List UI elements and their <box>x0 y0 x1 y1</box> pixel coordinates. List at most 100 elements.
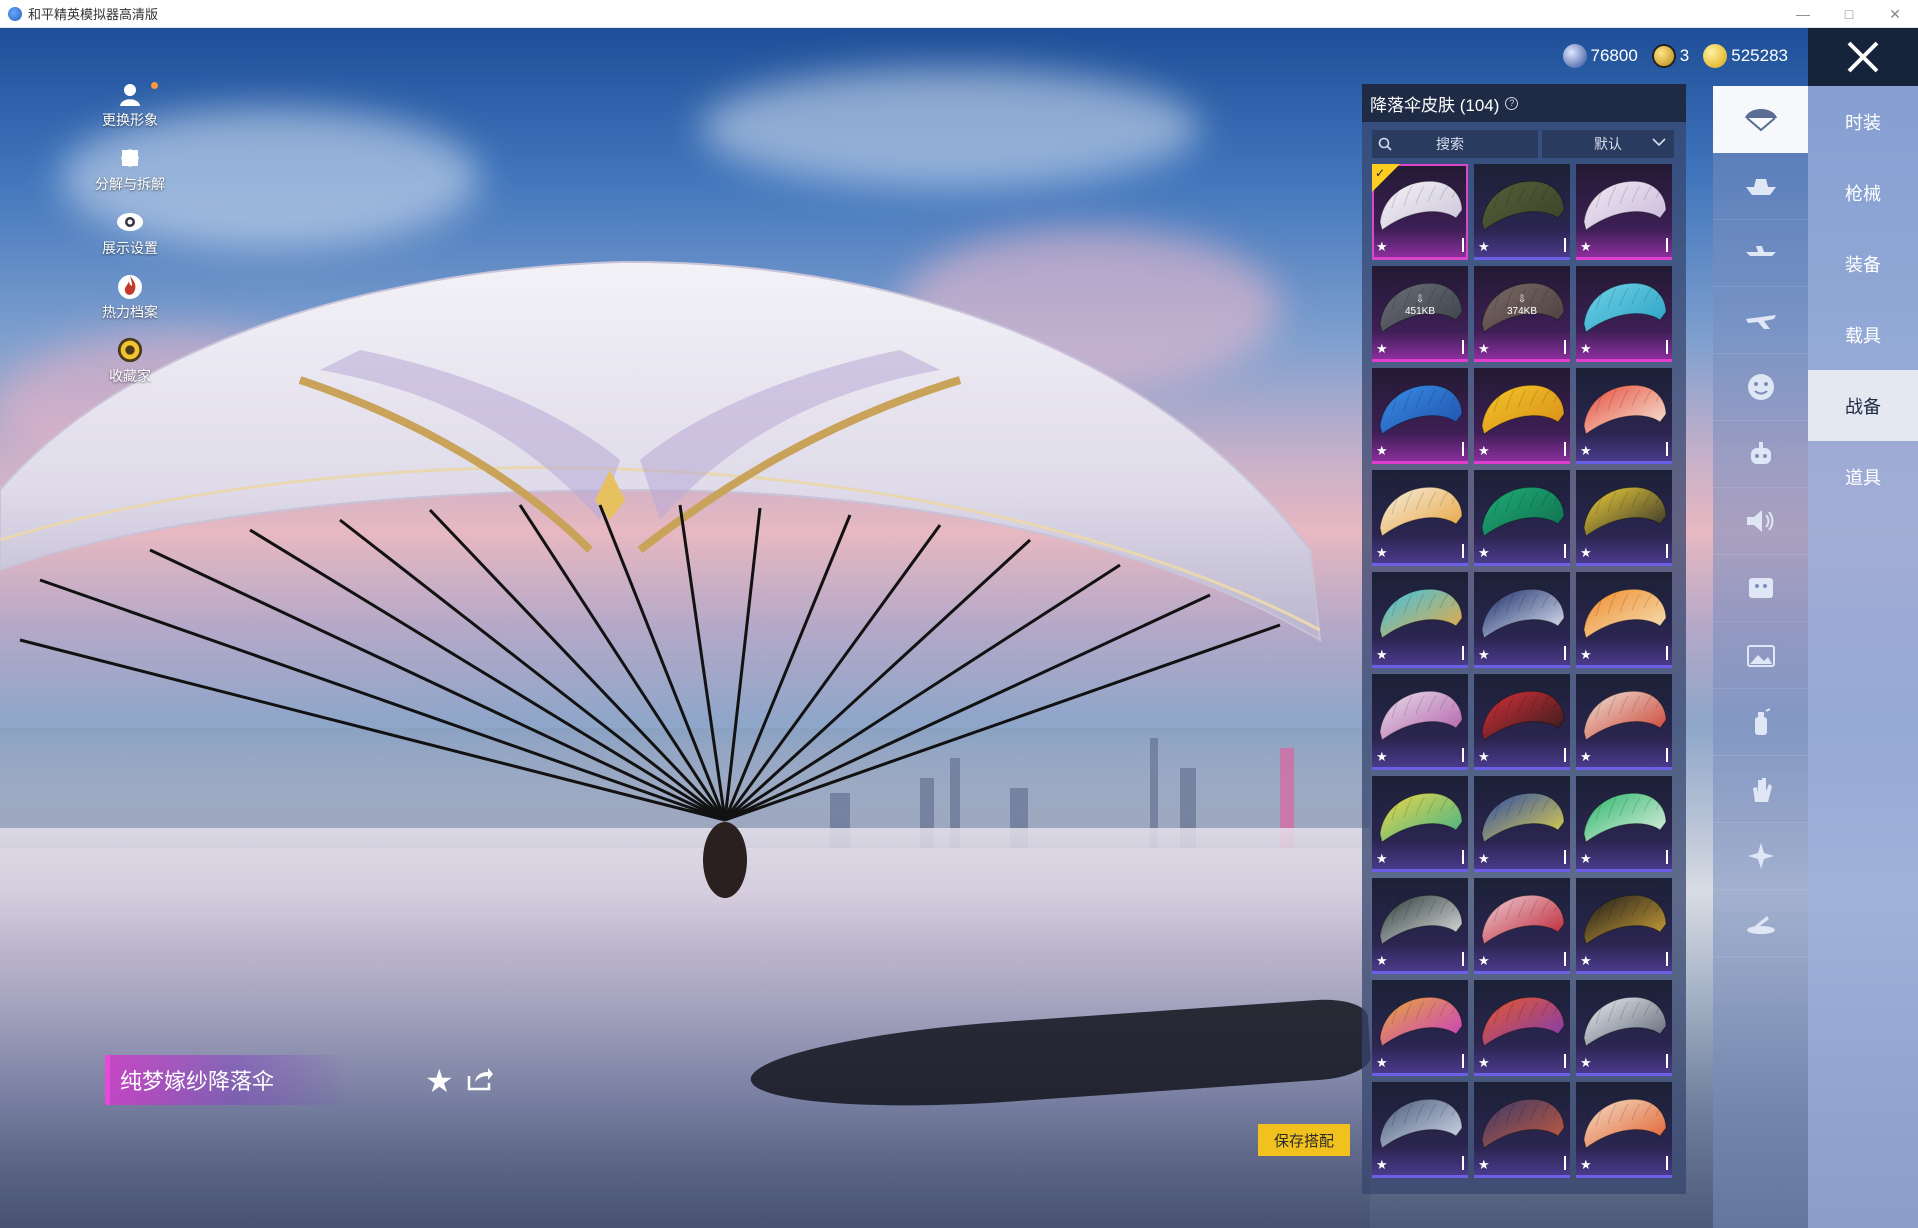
skin-tile[interactable]: ★ <box>1474 368 1570 464</box>
rarity-marker <box>1564 850 1566 864</box>
plane-tab[interactable] <box>1713 287 1808 354</box>
save-outfit-button[interactable]: 保存搭配 <box>1258 1124 1350 1156</box>
rarity-marker <box>1564 238 1566 252</box>
skin-tile[interactable]: ✓ ★ <box>1372 164 1468 260</box>
emote-tab[interactable] <box>1713 354 1808 421</box>
dismantle-button[interactable]: 分解与拆解 <box>85 144 175 194</box>
skin-tile[interactable]: ★ <box>1372 776 1468 872</box>
chevron-down-icon <box>1652 138 1666 147</box>
rarity-marker <box>1666 442 1668 456</box>
tab-battle-prep[interactable]: 战备 <box>1808 370 1918 441</box>
skin-tile[interactable]: ★ <box>1576 776 1672 872</box>
rarity-marker <box>1564 442 1566 456</box>
skin-tile[interactable]: ★ <box>1576 572 1672 668</box>
skin-tile[interactable]: ⇩ 374KB ★ <box>1474 266 1570 362</box>
sticker-tab[interactable] <box>1713 555 1808 622</box>
skin-tile[interactable]: ★ <box>1576 878 1672 974</box>
landing-tab[interactable] <box>1713 890 1808 957</box>
currency-medal: 3 <box>1651 44 1689 68</box>
robot-icon <box>1750 442 1771 464</box>
rarity-marker <box>1564 952 1566 966</box>
download-size: ⇩ 374KB <box>1506 294 1538 317</box>
check-icon: ✓ <box>1375 166 1386 180</box>
tab-guns[interactable]: 枪械 <box>1808 157 1918 228</box>
skin-tile[interactable]: ★ <box>1576 980 1672 1076</box>
skin-grid: ✓ ★ ★ ★ ⇩ 451KB ★ ⇩ 374KB ★ ★ ★ ★ ★ ★ ★ ★ ★ ★ ★ ★ ★ ★ ★ ★ ★ ★ ★ ★ ★ ★ ★… <box>1362 164 1686 1178</box>
sort-dropdown[interactable]: 默认 <box>1542 130 1674 158</box>
silver-coin-icon <box>1562 44 1587 68</box>
rarity-marker <box>1666 850 1668 864</box>
skin-tile[interactable]: ★ <box>1576 674 1672 770</box>
star-icon: ★ <box>1478 239 1490 254</box>
window-close-icon[interactable]: ✕ <box>1872 0 1918 28</box>
skin-tile[interactable]: ★ <box>1576 164 1672 260</box>
skin-tile[interactable]: ★ <box>1372 980 1468 1076</box>
skin-tile[interactable]: ★ <box>1372 470 1468 566</box>
tab-fashion[interactable]: 时装 <box>1808 86 1918 157</box>
minimize-icon[interactable]: — <box>1780 0 1826 28</box>
skin-tile[interactable]: ★ <box>1372 1082 1468 1178</box>
left-tool-column: 更换形象 分解与拆解 展示设置 热力档案 收藏家 <box>85 80 175 400</box>
boat-tab[interactable] <box>1713 153 1808 220</box>
window-title: 和平精英模拟器高清版 <box>28 7 159 22</box>
share-icon[interactable] <box>466 1066 494 1097</box>
rarity-marker <box>1564 1156 1566 1170</box>
star-icon: ★ <box>1376 1055 1388 1070</box>
spray-can-icon <box>1754 708 1770 735</box>
gold-coin-icon <box>1703 44 1728 68</box>
spray-tab[interactable] <box>1713 689 1808 756</box>
skin-tile[interactable]: ★ <box>1474 164 1570 260</box>
skin-tile[interactable]: ★ <box>1474 776 1570 872</box>
skin-tile[interactable]: ★ <box>1474 470 1570 566</box>
tab-items[interactable]: 道具 <box>1808 441 1918 512</box>
gallery-tab[interactable] <box>1713 622 1808 689</box>
skin-tile[interactable]: ★ <box>1372 878 1468 974</box>
glider-tab[interactable] <box>1713 220 1808 287</box>
effect-tab[interactable] <box>1713 823 1808 890</box>
display-settings-button[interactable]: 展示设置 <box>85 208 175 258</box>
maximize-icon[interactable]: □ <box>1826 0 1872 28</box>
search-placeholder: 搜索 <box>1436 136 1464 152</box>
star-icon: ★ <box>1478 341 1490 356</box>
skin-tile[interactable]: ★ <box>1372 368 1468 464</box>
star-icon: ★ <box>1580 647 1592 662</box>
favorite-star-icon[interactable]: ★ <box>425 1062 454 1100</box>
close-icon <box>1847 41 1879 73</box>
help-icon[interactable]: ? <box>1505 96 1519 110</box>
flame-icon <box>116 272 144 300</box>
search-input[interactable]: 搜索 <box>1372 130 1538 158</box>
skin-tile[interactable]: ★ <box>1576 470 1672 566</box>
dismantle-label: 分解与拆解 <box>95 176 165 192</box>
tab-equipment[interactable]: 装备 <box>1808 228 1918 299</box>
parachute-tab[interactable] <box>1713 86 1808 153</box>
change-avatar-label: 更换形象 <box>102 112 158 128</box>
skin-tile[interactable]: ★ <box>1372 572 1468 668</box>
skin-tile[interactable]: ★ <box>1474 980 1570 1076</box>
skin-tile[interactable]: ★ <box>1372 674 1468 770</box>
gesture-tab[interactable] <box>1713 756 1808 823</box>
collector-badge-icon <box>116 336 144 364</box>
parachute-icon <box>1744 109 1777 132</box>
skin-tile[interactable]: ★ <box>1474 878 1570 974</box>
star-icon: ★ <box>1478 1055 1490 1070</box>
skin-tile[interactable]: ★ <box>1576 368 1672 464</box>
window-titlebar: 和平精英模拟器高清版 — □ ✕ <box>0 0 1918 28</box>
skin-tile[interactable]: ⇩ 451KB ★ <box>1372 266 1468 362</box>
skin-tile[interactable]: ★ <box>1474 572 1570 668</box>
voice-tab[interactable] <box>1713 488 1808 555</box>
skin-tile[interactable]: ★ <box>1576 266 1672 362</box>
tab-vehicles[interactable]: 载具 <box>1808 299 1918 370</box>
close-button[interactable] <box>1808 28 1918 86</box>
collector-button[interactable]: 收藏家 <box>85 336 175 386</box>
skin-tile[interactable]: ★ <box>1474 1082 1570 1178</box>
landing-icon <box>1746 916 1775 934</box>
skin-tile[interactable]: ★ <box>1474 674 1570 770</box>
star-icon: ★ <box>1580 341 1592 356</box>
change-avatar-button[interactable]: 更换形象 <box>85 80 175 130</box>
star-icon: ★ <box>1478 851 1490 866</box>
skin-tile[interactable]: ★ <box>1576 1082 1672 1178</box>
rarity-marker <box>1462 1054 1464 1068</box>
star-icon: ★ <box>1478 443 1490 458</box>
companion-tab[interactable] <box>1713 421 1808 488</box>
heat-archive-button[interactable]: 热力档案 <box>85 272 175 322</box>
